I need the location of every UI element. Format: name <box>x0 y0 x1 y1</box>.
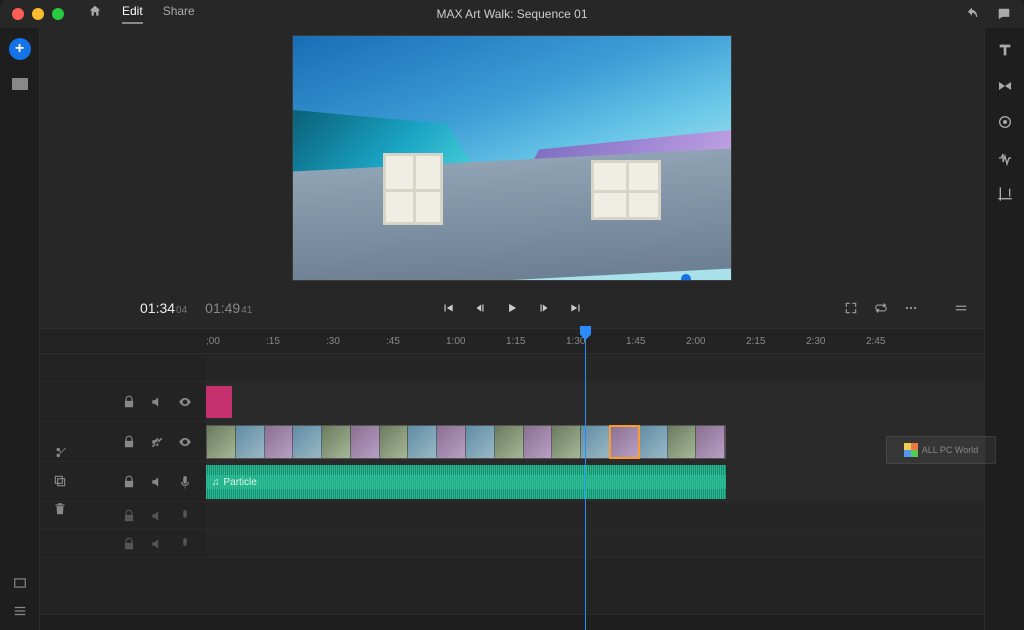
home-icon[interactable] <box>88 4 102 18</box>
color-icon[interactable] <box>997 114 1013 130</box>
lock-icon[interactable] <box>122 475 136 489</box>
ruler-tick: :30 <box>326 336 340 347</box>
transitions-icon[interactable] <box>997 78 1013 94</box>
ruler-tick: 1:00 <box>446 336 465 347</box>
scissors-icon[interactable] <box>53 446 67 460</box>
ruler-tick: 1:15 <box>506 336 525 347</box>
mic-icon[interactable] <box>178 537 192 551</box>
track-a2 <box>40 502 984 530</box>
document-title: MAX Art Walk: Sequence 01 <box>437 7 588 21</box>
watermark: ALL PC World <box>886 436 996 464</box>
step-back-icon[interactable] <box>473 301 487 315</box>
mute-icon[interactable] <box>150 395 164 409</box>
timecode-duration: 01:4941 <box>199 300 252 316</box>
audio-clip-name: Particle <box>224 477 257 488</box>
nav-share[interactable]: Share <box>163 4 195 24</box>
audio-clip[interactable]: ♫ Particle <box>206 465 726 499</box>
time-ruler[interactable]: ;00 :15 :30 :45 1:00 1:15 1:30 1:45 2:00 2:15 2:30… <box>40 328 984 354</box>
left-rail: + <box>0 28 40 630</box>
list-view-icon[interactable] <box>13 604 27 618</box>
preview-frame[interactable] <box>292 35 732 281</box>
minimize-window-button[interactable] <box>32 8 44 20</box>
transport-bar: 01:3404 01:4941 <box>40 288 984 328</box>
go-to-start-icon[interactable] <box>441 301 455 315</box>
lock-icon[interactable] <box>122 537 136 551</box>
track-v2 <box>40 382 984 422</box>
audio-fx-icon[interactable] <box>997 150 1013 166</box>
add-media-button[interactable]: + <box>9 38 31 60</box>
ruler-tick: 1:30 <box>566 336 585 347</box>
project-panel-icon[interactable] <box>12 78 28 90</box>
timeline-scrollbar[interactable] <box>40 614 984 630</box>
trash-icon[interactable] <box>53 502 67 516</box>
right-rail <box>984 28 1024 630</box>
crop-icon[interactable] <box>997 186 1013 202</box>
ruler-tick: 2:00 <box>686 336 705 347</box>
scale-handle[interactable] <box>681 274 691 281</box>
speaker-icon[interactable] <box>150 509 164 523</box>
nav-edit[interactable]: Edit <box>122 4 143 24</box>
fullscreen-icon[interactable] <box>844 301 858 315</box>
comment-icon[interactable] <box>996 7 1012 21</box>
maximize-window-button[interactable] <box>52 8 64 20</box>
mic-icon[interactable] <box>178 509 192 523</box>
play-icon[interactable] <box>505 301 519 315</box>
ruler-tick: :15 <box>266 336 280 347</box>
playhead[interactable] <box>585 328 586 630</box>
lock-icon[interactable] <box>122 435 136 449</box>
duplicate-icon[interactable] <box>53 474 67 488</box>
eye-icon[interactable] <box>178 395 192 409</box>
ruler-tick: 2:45 <box>866 336 885 347</box>
clip-marker[interactable] <box>206 386 232 418</box>
header-nav: Edit Share <box>88 4 195 24</box>
eye-icon[interactable] <box>178 435 192 449</box>
track-v1 <box>40 422 984 462</box>
ruler-tick: 2:15 <box>746 336 765 347</box>
lock-icon[interactable] <box>122 509 136 523</box>
go-to-end-icon[interactable] <box>569 301 583 315</box>
track-header-a3 <box>40 530 206 557</box>
ruler-tick: 1:45 <box>626 336 645 347</box>
watermark-logo <box>904 443 918 457</box>
mute-slash-icon[interactable] <box>150 435 164 449</box>
window-titlebar: Edit Share MAX Art Walk: Sequence 01 <box>0 0 1024 28</box>
panel-menu-icon[interactable] <box>954 301 968 315</box>
video-clip[interactable] <box>206 425 726 459</box>
timecode-current: 01:3404 <box>140 300 187 316</box>
export-frame-icon[interactable] <box>13 576 27 590</box>
close-window-button[interactable] <box>12 8 24 20</box>
speaker-icon[interactable] <box>150 537 164 551</box>
mic-icon[interactable] <box>178 475 192 489</box>
ruler-tick: ;00 <box>206 336 220 347</box>
loop-icon[interactable] <box>874 301 888 315</box>
lock-icon[interactable] <box>122 395 136 409</box>
traffic-lights <box>12 8 64 20</box>
track-spacer <box>40 354 984 382</box>
track-a3 <box>40 530 984 558</box>
music-note-icon: ♫ <box>212 477 220 488</box>
step-forward-icon[interactable] <box>537 301 551 315</box>
playback-controls <box>441 301 583 315</box>
undo-icon[interactable] <box>964 7 980 21</box>
titles-icon[interactable] <box>997 42 1013 58</box>
preview-monitor <box>40 28 984 288</box>
track-a1: ♫ Particle <box>40 462 984 502</box>
ruler-tick: 2:30 <box>806 336 825 347</box>
ruler-tick: :45 <box>386 336 400 347</box>
more-options-icon[interactable] <box>904 301 918 315</box>
timeline-tools <box>40 400 80 516</box>
timeline-panel: ;00 :15 :30 :45 1:00 1:15 1:30 1:45 2:00 2:15 2:30… <box>40 328 984 630</box>
bottom-left-tools <box>0 576 40 618</box>
speaker-icon[interactable] <box>150 475 164 489</box>
